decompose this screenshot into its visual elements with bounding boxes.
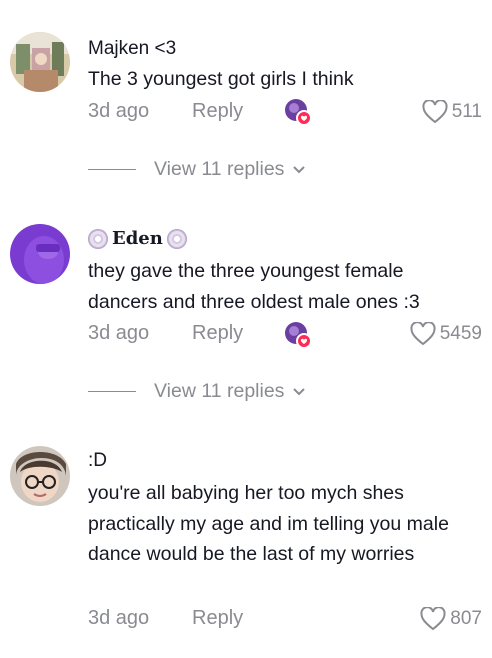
view-replies-label: View 11 replies xyxy=(154,380,285,402)
timestamp: 3d ago xyxy=(88,322,150,344)
reply-button[interactable]: Reply xyxy=(192,607,243,630)
username-text: Eden xyxy=(112,228,163,249)
disc-icon xyxy=(88,228,108,249)
avatar[interactable] xyxy=(10,32,70,92)
reply-button[interactable]: Reply xyxy=(192,322,243,345)
view-replies-button[interactable]: View 11 replies xyxy=(88,380,306,403)
heart-outline-icon xyxy=(420,607,446,631)
comment-text: The 3 youngest got girls I think xyxy=(88,68,354,90)
avatar[interactable] xyxy=(10,224,70,284)
like-count: 511 xyxy=(451,101,482,122)
timestamp: 3d ago xyxy=(88,607,150,629)
chevron-down-icon xyxy=(293,387,306,395)
like-button[interactable]: 5459 xyxy=(410,322,482,346)
like-count: 807 xyxy=(450,608,482,629)
chevron-down-icon xyxy=(293,165,306,173)
heart-outline-icon xyxy=(422,100,448,124)
comment-text: you're all babying her too mych shes pra… xyxy=(88,482,449,565)
view-replies-label: View 11 replies xyxy=(154,158,285,180)
divider xyxy=(88,168,136,171)
disc-icon xyxy=(166,228,187,249)
heart-outline-icon xyxy=(410,322,436,346)
comment-text: they gave the three youngest female danc… xyxy=(88,260,420,313)
like-count: 5459 xyxy=(439,323,482,344)
reply-button[interactable]: Reply xyxy=(192,100,243,123)
creator-liked-avatar-icon xyxy=(284,98,312,126)
creator-liked-avatar-icon xyxy=(284,321,312,349)
username[interactable]: Majken <3 xyxy=(88,38,176,60)
like-button[interactable]: 511 xyxy=(422,100,482,124)
timestamp: 3d ago xyxy=(88,100,150,122)
divider xyxy=(88,390,136,393)
avatar[interactable] xyxy=(10,446,70,506)
username[interactable]: Eden xyxy=(88,228,187,249)
view-replies-button[interactable]: View 11 replies xyxy=(88,158,306,181)
like-button[interactable]: 807 xyxy=(420,607,482,631)
username[interactable]: :D xyxy=(88,450,107,472)
